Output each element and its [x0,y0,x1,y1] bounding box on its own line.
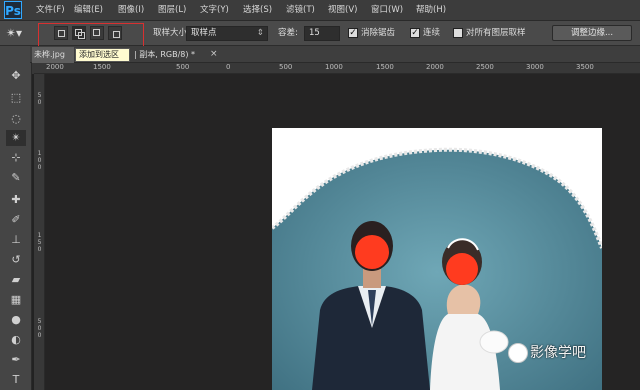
move-tool-icon[interactable]: ✥ [6,68,26,84]
ruler-tick-label: 1500 [93,63,111,71]
menu-edit[interactable]: 编辑(E) [74,4,103,16]
ruler-tick-label: 1000 [325,63,343,71]
sample-size-select[interactable]: 取样点 ⇕ [186,26,268,41]
ruler-tick-label: 3000 [526,63,544,71]
contiguous-label: 连续 [423,28,441,38]
tolerance-label: 容差: [278,28,298,38]
antialias-checkbox[interactable]: ✓ [348,28,358,38]
tooltip: 添加到选区 [75,48,130,62]
menu-view[interactable]: 视图(V) [328,4,357,16]
ruler-tick-label: 2500 [476,63,494,71]
sample-all-layers-checkbox[interactable] [453,28,463,38]
dodge-tool-icon[interactable]: ◐ [6,332,26,348]
magic-wand-tool-icon[interactable]: ✴ [6,130,26,146]
lasso-tool-icon[interactable]: ◌ [6,111,26,127]
document-tab[interactable]: 未桦.jpg [32,47,74,63]
menu-layer[interactable]: 图层(L) [158,4,186,16]
eraser-tool-icon[interactable]: ▰ [6,272,26,288]
photoshop-logo: Ps [4,1,22,19]
healing-brush-tool-icon[interactable]: ✚ [6,192,26,208]
magic-wand-tool-icon[interactable]: ✴▾ [6,24,34,42]
contiguous-checkbox[interactable]: ✓ [410,28,420,38]
crop-tool-icon[interactable]: ⊹ [6,150,26,166]
pen-tool-icon[interactable]: ✒ [6,352,26,368]
sample-size-value: 取样点 [191,28,217,38]
watermark-text: 影像学吧 [530,345,586,361]
chevron-updown-icon: ⇕ [256,28,264,38]
document-tab-title[interactable]: | 副本, RGB/8) * [134,47,220,63]
tolerance-input[interactable]: 15 [304,26,340,41]
bouquet [479,330,509,354]
eyedropper-tool-icon[interactable]: ✎ [6,170,26,186]
bride-face-blur [446,253,478,285]
menu-image[interactable]: 图像(I) [118,4,144,16]
ruler-tick-label: 1 0 0 [37,150,42,171]
antialias-label: 消除锯齿 [361,28,396,38]
menu-select[interactable]: 选择(S) [243,4,272,16]
ruler-tick-label: 1 5 0 [37,232,42,253]
menu-filter[interactable]: 滤镜(T) [286,4,315,16]
sample-size-label: 取样大小: [153,28,190,38]
ruler-tick-label: 3500 [576,63,594,71]
ruler-tick-label: 5 0 0 [37,318,42,339]
groom-face-blur [355,235,389,269]
marquee-tool-icon[interactable]: ⬚ [6,90,26,106]
ruler-tick-label: 500 [176,63,190,71]
ruler-tick-label: 0 [226,63,231,71]
history-brush-tool-icon[interactable]: ↺ [6,252,26,268]
menu-window[interactable]: 窗口(W) [371,4,403,16]
ruler-tick-label: 2000 [46,63,64,71]
sample-all-layers-label: 对所有图层取样 [466,28,526,38]
blur-tool-icon[interactable]: ● [6,312,26,328]
wechat-logo [508,343,528,363]
ruler-tick-label: 1500 [376,63,394,71]
gradient-tool-icon[interactable]: ▦ [6,292,26,308]
clone-stamp-tool-icon[interactable]: ⊥ [6,232,26,248]
ruler-tick-label: 500 [279,63,293,71]
menu-help[interactable]: 帮助(H) [416,4,446,16]
ruler-tick-label: 2000 [426,63,444,71]
type-tool-icon[interactable]: T [6,372,26,388]
menu-file[interactable]: 文件(F) [36,4,65,16]
ruler-tick-label: 5 0 [37,92,42,106]
refine-edge-button[interactable]: 调整边缘... [552,25,632,41]
menu-type[interactable]: 文字(Y) [200,4,229,16]
brush-tool-icon[interactable]: ✐ [6,212,26,228]
close-tab-icon[interactable]: × [210,48,218,60]
